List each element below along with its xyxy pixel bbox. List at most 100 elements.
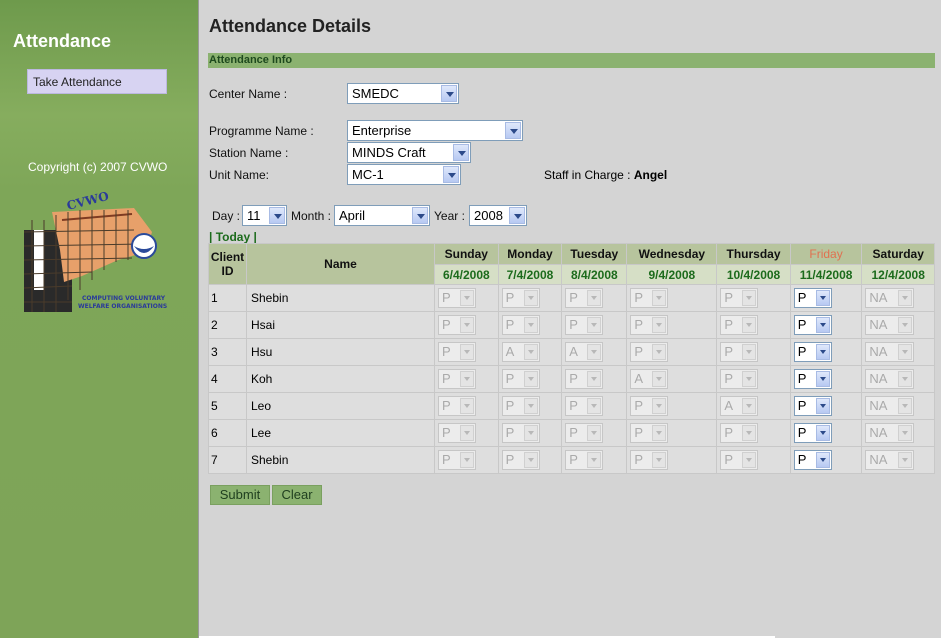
attendance-select-disabled: P [438, 423, 476, 443]
day-header-thursday: Thursday [716, 243, 791, 265]
attendance-select-disabled: P [438, 288, 476, 308]
main-content: Attendance Details Attendance Info Cente… [199, 0, 941, 638]
chevron-down-icon [441, 85, 457, 102]
submit-button[interactable]: Submit [210, 485, 270, 505]
attendance-select-disabled: P [630, 396, 669, 416]
attendance-select-friday[interactable]: P [793, 369, 832, 389]
attendance-select-disabled: P [565, 396, 604, 416]
table-row: 3 Hsu P A A P P P NA [208, 338, 935, 366]
client-id: 4 [208, 365, 247, 393]
sidebar-title: Attendance [13, 31, 112, 51]
copyright-text: Copyright (c) 2007 CVWO [28, 160, 168, 174]
station-name-select[interactable]: MINDS Craft [347, 142, 471, 163]
attendance-select-disabled: A [630, 369, 669, 389]
svg-text:WELFARE ORGANISATIONS: WELFARE ORGANISATIONS [78, 303, 167, 310]
table-row: 4 Koh P P P A P P NA [208, 365, 935, 393]
attendance-select-disabled: P [501, 288, 540, 308]
attendance-select-disabled: P [630, 342, 669, 362]
attendance-select-disabled: P [501, 315, 540, 335]
attendance-select-disabled: P [720, 450, 759, 470]
programme-name-select[interactable]: Enterprise [347, 120, 523, 141]
month-select[interactable]: April [334, 205, 430, 226]
attendance-select-disabled: P [438, 315, 476, 335]
chevron-down-icon [815, 425, 830, 441]
station-name-label: Station Name : [209, 146, 289, 160]
attendance-select-disabled: NA [865, 342, 915, 362]
unit-name-select[interactable]: MC-1 [347, 164, 461, 185]
attendance-select-disabled: P [720, 288, 759, 308]
attendance-select-disabled: NA [865, 369, 915, 389]
attendance-select-disabled: P [720, 315, 759, 335]
date-wednesday: 9/4/2008 [626, 264, 718, 285]
programme-name-label: Programme Name : [209, 124, 314, 138]
attendance-select-disabled: P [438, 342, 476, 362]
attendance-table: Client ID Name Sunday Monday Tuesday Wed… [208, 243, 935, 474]
attendance-select-disabled: P [720, 342, 759, 362]
client-name: Shebin [246, 446, 435, 474]
attendance-select-disabled: NA [865, 288, 915, 308]
date-tuesday: 8/4/2008 [561, 264, 628, 285]
name-header: Name [246, 243, 435, 285]
center-name-select[interactable]: SMEDC [347, 83, 459, 104]
client-name: Hsu [246, 338, 435, 366]
chevron-down-icon [815, 317, 830, 333]
attendance-select-friday[interactable]: P [793, 288, 832, 308]
chevron-down-icon [815, 398, 830, 414]
chevron-down-icon [412, 207, 428, 224]
attendance-select-disabled: P [720, 369, 759, 389]
date-monday: 7/4/2008 [497, 264, 563, 285]
client-id: 1 [208, 284, 247, 312]
client-name: Lee [246, 419, 435, 447]
clear-button[interactable]: Clear [272, 485, 322, 505]
attendance-select-disabled: P [501, 369, 540, 389]
today-link[interactable]: | Today | [209, 230, 257, 244]
day-header-tuesday: Tuesday [561, 243, 628, 265]
client-id: 7 [208, 446, 247, 474]
day-label: Day : [212, 209, 241, 223]
attendance-select-disabled: P [630, 423, 669, 443]
client-id: 5 [208, 392, 247, 420]
day-header-sunday: Sunday [434, 243, 499, 265]
year-label: Year : [434, 209, 465, 223]
attendance-select-disabled: P [630, 450, 669, 470]
chevron-down-icon [815, 290, 830, 306]
attendance-select-disabled: P [720, 423, 759, 443]
attendance-select-disabled: P [565, 315, 604, 335]
attendance-select-friday[interactable]: P [793, 423, 832, 443]
attendance-select-friday[interactable]: P [793, 396, 832, 416]
client-name: Hsai [246, 311, 435, 339]
client-id-header: Client ID [208, 243, 247, 285]
attendance-select-friday[interactable]: P [793, 342, 832, 362]
table-row: 6 Lee P P P P P P NA [208, 419, 935, 447]
table-row: 7 Shebin P P P P P P NA [208, 446, 935, 474]
attendance-select-disabled: P [565, 423, 604, 443]
attendance-select-disabled: P [501, 396, 540, 416]
attendance-select-friday[interactable]: P [793, 450, 832, 470]
cvwo-logo: CVWO COMPUTING VOLUNTARY WELFARE ORGANIS… [22, 189, 177, 320]
chevron-down-icon [509, 207, 525, 224]
attendance-select-disabled: A [720, 396, 759, 416]
chevron-down-icon [815, 452, 830, 468]
attendance-select-disabled: NA [865, 450, 915, 470]
day-header-friday: Friday [789, 243, 863, 265]
section-header: Attendance Info [208, 53, 935, 68]
table-row: 2 Hsai P P P P P P NA [208, 311, 935, 339]
sidebar-item-take-attendance[interactable]: Take Attendance [27, 69, 167, 94]
year-select[interactable]: 2008 [469, 205, 527, 226]
attendance-select-disabled: NA [865, 315, 915, 335]
day-select[interactable]: 11 [242, 205, 287, 226]
chevron-down-icon [505, 122, 521, 139]
date-friday: 11/4/2008 [789, 264, 863, 285]
sidebar: Attendance Take Attendance Copyright (c)… [0, 0, 199, 638]
chevron-down-icon [443, 166, 459, 183]
chevron-down-icon [815, 371, 830, 387]
staff-in-charge-value: Angel [633, 168, 668, 182]
attendance-select-disabled: P [565, 369, 604, 389]
attendance-select-friday[interactable]: P [793, 315, 832, 335]
attendance-select-disabled: NA [865, 396, 915, 416]
date-thursday: 10/4/2008 [716, 264, 791, 285]
attendance-select-disabled: P [565, 450, 604, 470]
date-sunday: 6/4/2008 [434, 264, 499, 285]
day-header-saturday: Saturday [861, 243, 935, 265]
attendance-select-disabled: P [565, 288, 604, 308]
